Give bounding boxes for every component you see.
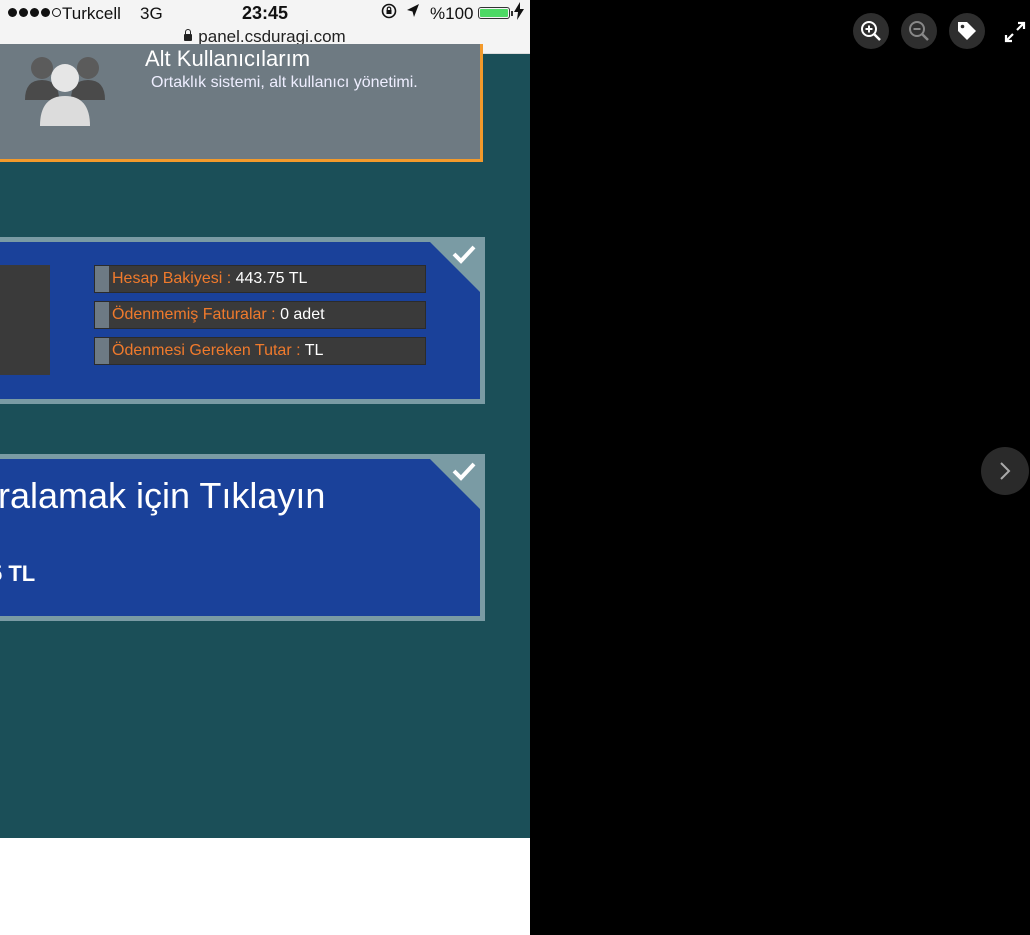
row-marker xyxy=(95,302,109,328)
phone-screenshot: Turkcell 3G 23:45 %100 panel.csduragi.co… xyxy=(0,0,530,935)
page-content: Alt Kullanıcılarım Ortaklık sistemi, alt… xyxy=(0,44,530,838)
amount-due-value: TL xyxy=(304,342,324,359)
carrier-name: Turkcell xyxy=(62,4,121,23)
battery-tip xyxy=(511,11,513,16)
battery-level-fill xyxy=(480,9,508,17)
balance-label: Hesap Bakiyesi : xyxy=(112,270,232,287)
chevron-right-icon xyxy=(1000,462,1011,480)
rent-server-body: iralamak için Tıklayın 5 TL xyxy=(0,459,480,616)
balance-label-wrap: Hesap Bakiyesi : 443.75 TL xyxy=(112,266,307,292)
amount-due-row: Ödenmesi Gereken Tutar : TL xyxy=(94,337,426,365)
unpaid-label-wrap: Ödenmemiş Faturalar : 0 adet xyxy=(112,302,325,328)
alt-users-card[interactable]: Alt Kullanıcılarım Ortaklık sistemi, alt… xyxy=(0,44,483,162)
balance-value: 443.75 TL xyxy=(235,270,308,287)
balance-row: Hesap Bakiyesi : 443.75 TL xyxy=(94,265,426,293)
alt-users-description: Ortaklık sistemi, alt kullanıcı yönetimi… xyxy=(151,74,418,91)
check-icon xyxy=(452,462,476,481)
battery-icon xyxy=(478,7,510,19)
rent-server-price: 5 TL xyxy=(0,561,36,586)
amount-due-label: Ödenmesi Gereken Tutar : xyxy=(112,342,301,359)
check-icon xyxy=(452,245,476,264)
lock-icon xyxy=(184,29,193,41)
unpaid-invoices-value: 0 adet xyxy=(280,306,325,323)
unpaid-invoices-row: Ödenmemiş Faturalar : 0 adet xyxy=(94,301,426,329)
network-type: 3G xyxy=(140,4,163,23)
account-summary-panel: Hesap Bakiyesi : 443.75 TL Ödenmemiş Fat… xyxy=(0,237,485,404)
rent-server-title[interactable]: iralamak için Tıklayın xyxy=(0,475,325,517)
row-marker xyxy=(95,338,109,364)
zoom-out-icon xyxy=(909,21,929,41)
rent-server-panel[interactable]: iralamak için Tıklayın 5 TL xyxy=(0,454,485,621)
unpaid-invoices-label: Ödenmemiş Faturalar : xyxy=(112,306,276,323)
zoom-in-icon xyxy=(861,21,881,41)
alt-users-title: Alt Kullanıcılarım xyxy=(145,46,311,71)
battery-percentage: %100 xyxy=(430,4,474,23)
fullscreen-icon[interactable] xyxy=(1000,17,1030,47)
page-bottom-area xyxy=(0,838,530,935)
users-group-icon xyxy=(25,57,105,126)
zoom-out-button[interactable] xyxy=(901,13,937,49)
location-arrow-icon xyxy=(406,3,420,24)
signal-strength-icon xyxy=(8,3,63,23)
amount-due-label-wrap: Ödenmesi Gereken Tutar : TL xyxy=(112,338,323,364)
account-image-placeholder xyxy=(0,265,50,375)
next-image-button[interactable] xyxy=(981,447,1029,495)
tag-icon xyxy=(958,22,976,40)
orientation-lock-icon xyxy=(380,2,398,25)
status-time: 23:45 xyxy=(242,3,289,23)
account-summary-body: Hesap Bakiyesi : 443.75 TL Ödenmemiş Fat… xyxy=(0,242,480,399)
row-marker xyxy=(95,266,109,292)
zoom-in-button[interactable] xyxy=(853,13,889,49)
charging-bolt-icon xyxy=(514,2,524,24)
tag-button[interactable] xyxy=(949,13,985,49)
